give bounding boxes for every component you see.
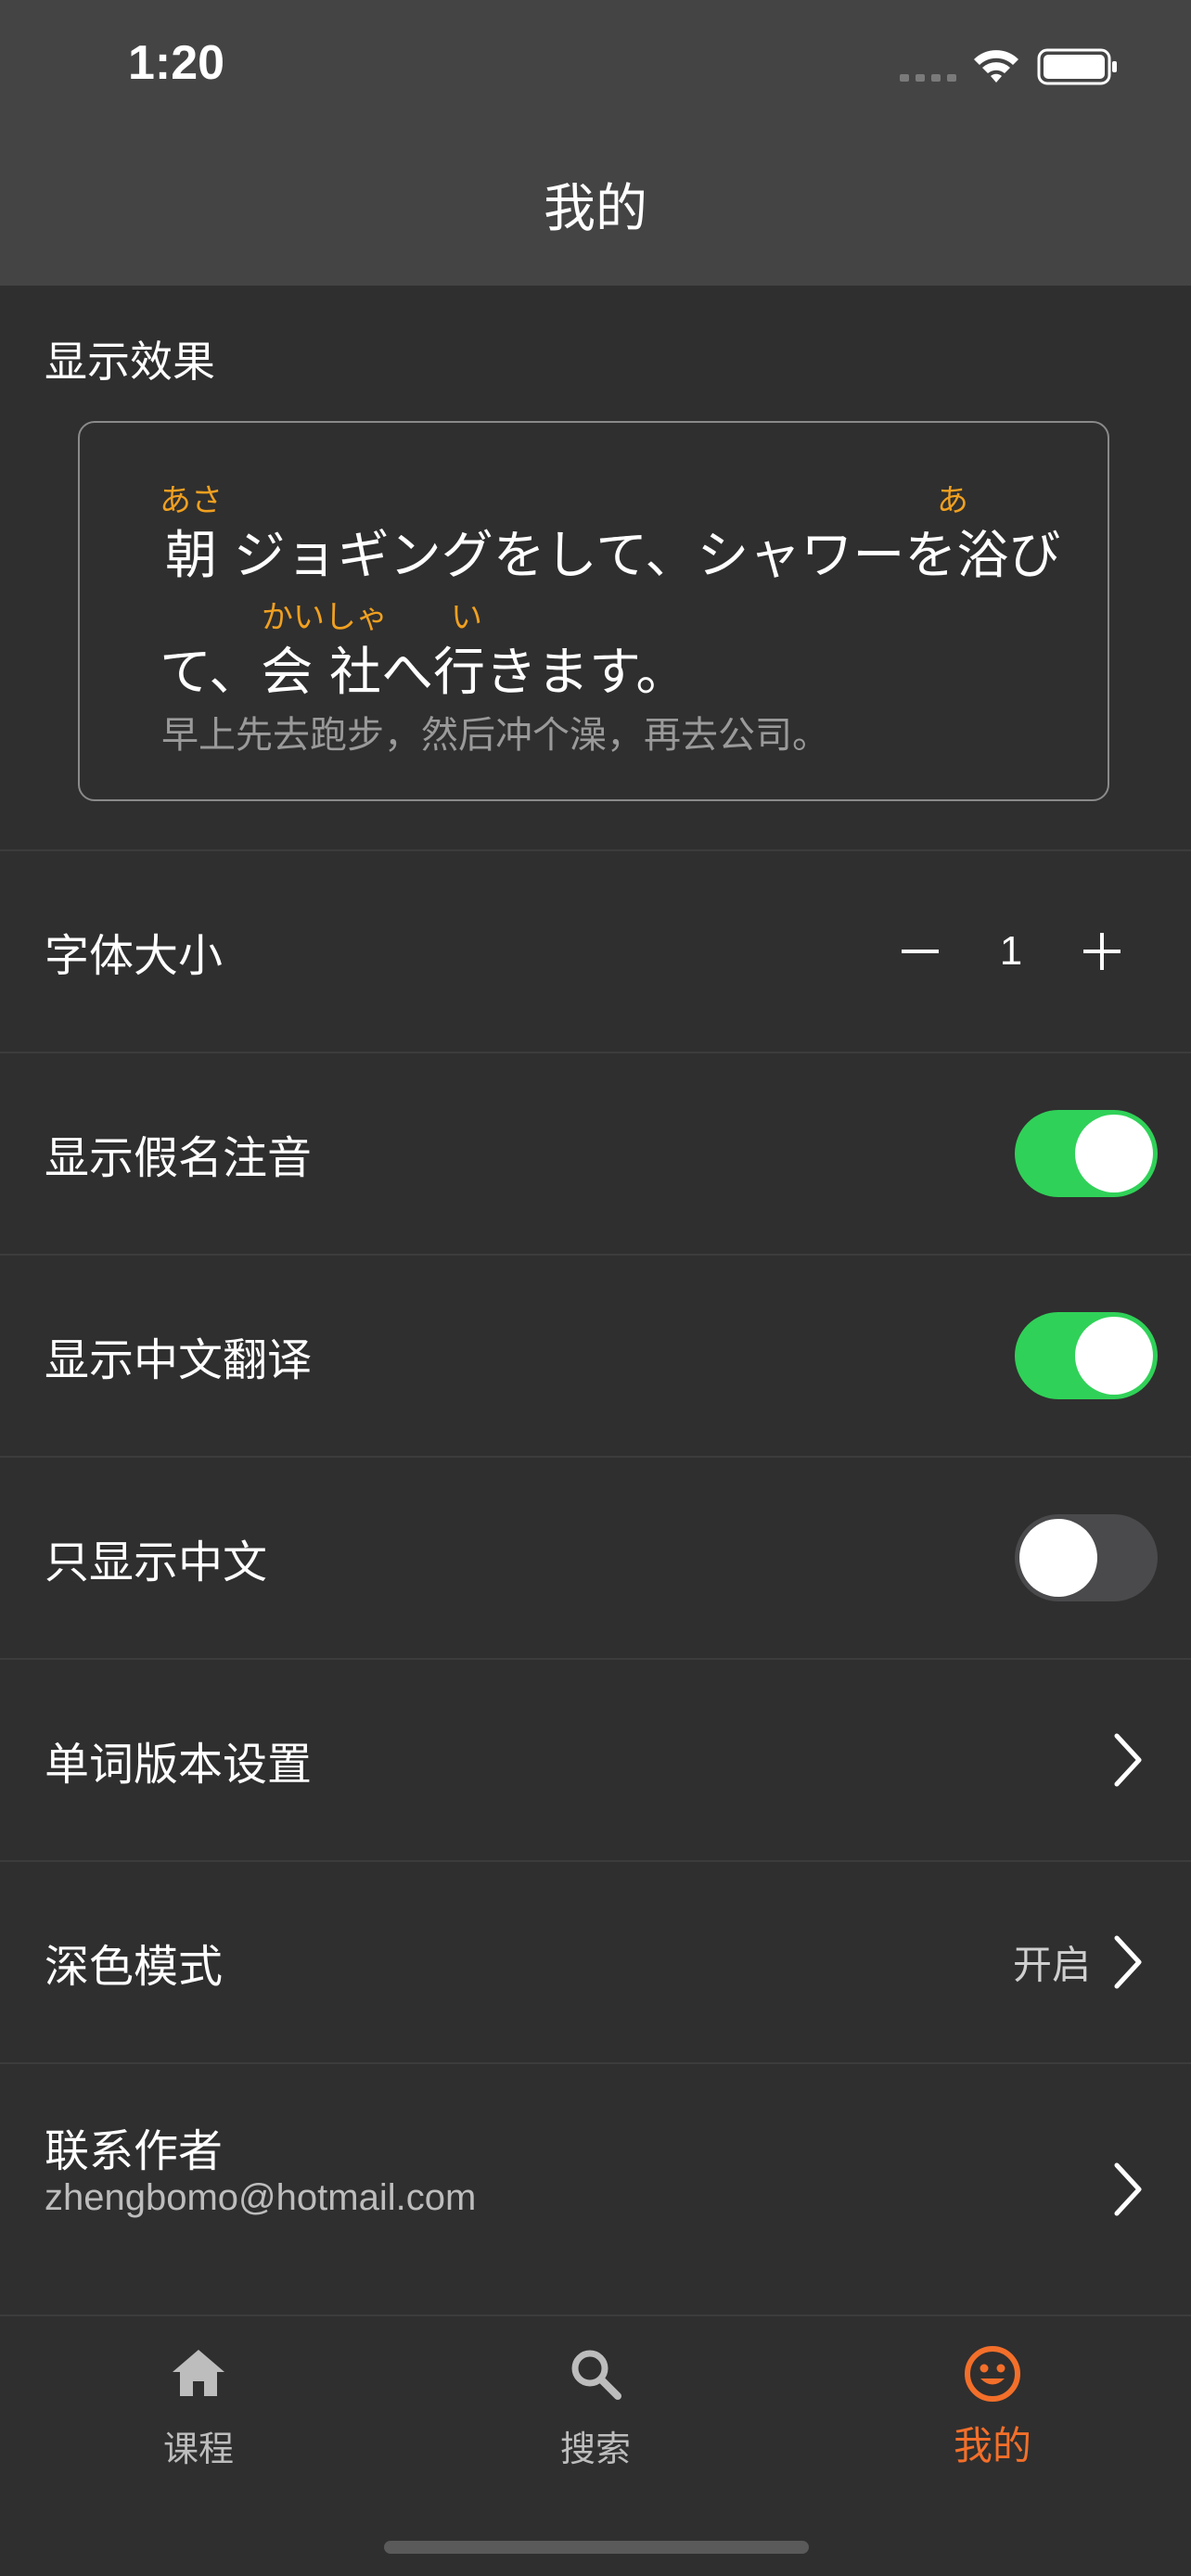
show-kana-toggle[interactable]: [1015, 1110, 1158, 1197]
status-time: 1:20: [128, 36, 225, 90]
japanese-sentence-line: 朝 ジョギングをして、シャワーを浴び: [165, 526, 1061, 586]
tab-search[interactable]: 搜索: [397, 2316, 794, 2502]
chevron-right-icon: [1114, 1935, 1142, 1989]
navigation-header: 1:20 我的: [0, 0, 1191, 286]
increase-font-button[interactable]: [1082, 931, 1122, 972]
tab-label: 搜索: [559, 2429, 631, 2469]
search-icon: [571, 2350, 621, 2400]
tab-label: 课程: [162, 2429, 234, 2469]
japanese-sentence-line: て、会 社へ行きます。: [160, 643, 688, 703]
page-title: 我的: [544, 179, 647, 239]
tab-bar: 课程 搜索 我的: [0, 2315, 1191, 2576]
home-indicator: [384, 2541, 809, 2554]
tab-mine[interactable]: 我的: [794, 2316, 1191, 2502]
decrease-font-button[interactable]: [900, 931, 941, 972]
chevron-right-icon: [1114, 1733, 1142, 1787]
contact-author-row[interactable]: 联系作者 zhengbomo@hotmail.com: [0, 2062, 1191, 2315]
tab-label: 我的: [953, 2423, 1031, 2468]
cellular-signal-icon: [900, 74, 956, 82]
show-kana-label: 显示假名注音: [45, 1132, 313, 1184]
toggle-knob: [1075, 1317, 1153, 1395]
dark-mode-value: 开启: [1012, 1942, 1091, 1988]
chinese-only-label: 只显示中文: [45, 1537, 268, 1588]
word-version-label: 单词版本设置: [45, 1739, 313, 1791]
wifi-icon: [974, 50, 1018, 83]
contact-author-label: 联系作者: [45, 2125, 224, 2177]
font-size-row: 字体大小 1: [0, 849, 1191, 1052]
preview-card: あさ あ 朝 ジョギングをして、シャワーを浴び かいしゃ い て、会 社へ行きま…: [78, 421, 1109, 801]
home-icon: [173, 2350, 224, 2396]
font-size-value: 1: [999, 928, 1023, 974]
dark-mode-label: 深色模式: [45, 1941, 224, 1993]
show-kana-row: 显示假名注音: [0, 1052, 1191, 1254]
display-effect-title: 显示效果: [45, 337, 215, 387]
show-chinese-toggle[interactable]: [1015, 1312, 1158, 1399]
show-chinese-row: 显示中文翻译: [0, 1254, 1191, 1456]
smiley-icon: [965, 2346, 1020, 2402]
word-version-row[interactable]: 单词版本设置: [0, 1658, 1191, 1860]
show-chinese-label: 显示中文翻译: [45, 1334, 313, 1386]
chinese-only-row: 只显示中文: [0, 1456, 1191, 1658]
chevron-right-icon: [1114, 2162, 1142, 2216]
contact-email: zhengbomo@hotmail.com: [45, 2177, 477, 2218]
chinese-translation: 早上先去跑步，然后冲个澡，再去公司。: [161, 714, 829, 757]
battery-icon: [1037, 48, 1117, 85]
toggle-knob: [1075, 1115, 1153, 1192]
font-size-label: 字体大小: [45, 930, 224, 982]
chinese-only-toggle[interactable]: [1015, 1514, 1158, 1601]
dark-mode-row[interactable]: 深色模式 开启: [0, 1860, 1191, 2062]
toggle-knob: [1019, 1519, 1097, 1597]
tab-courses[interactable]: 课程: [0, 2316, 397, 2502]
